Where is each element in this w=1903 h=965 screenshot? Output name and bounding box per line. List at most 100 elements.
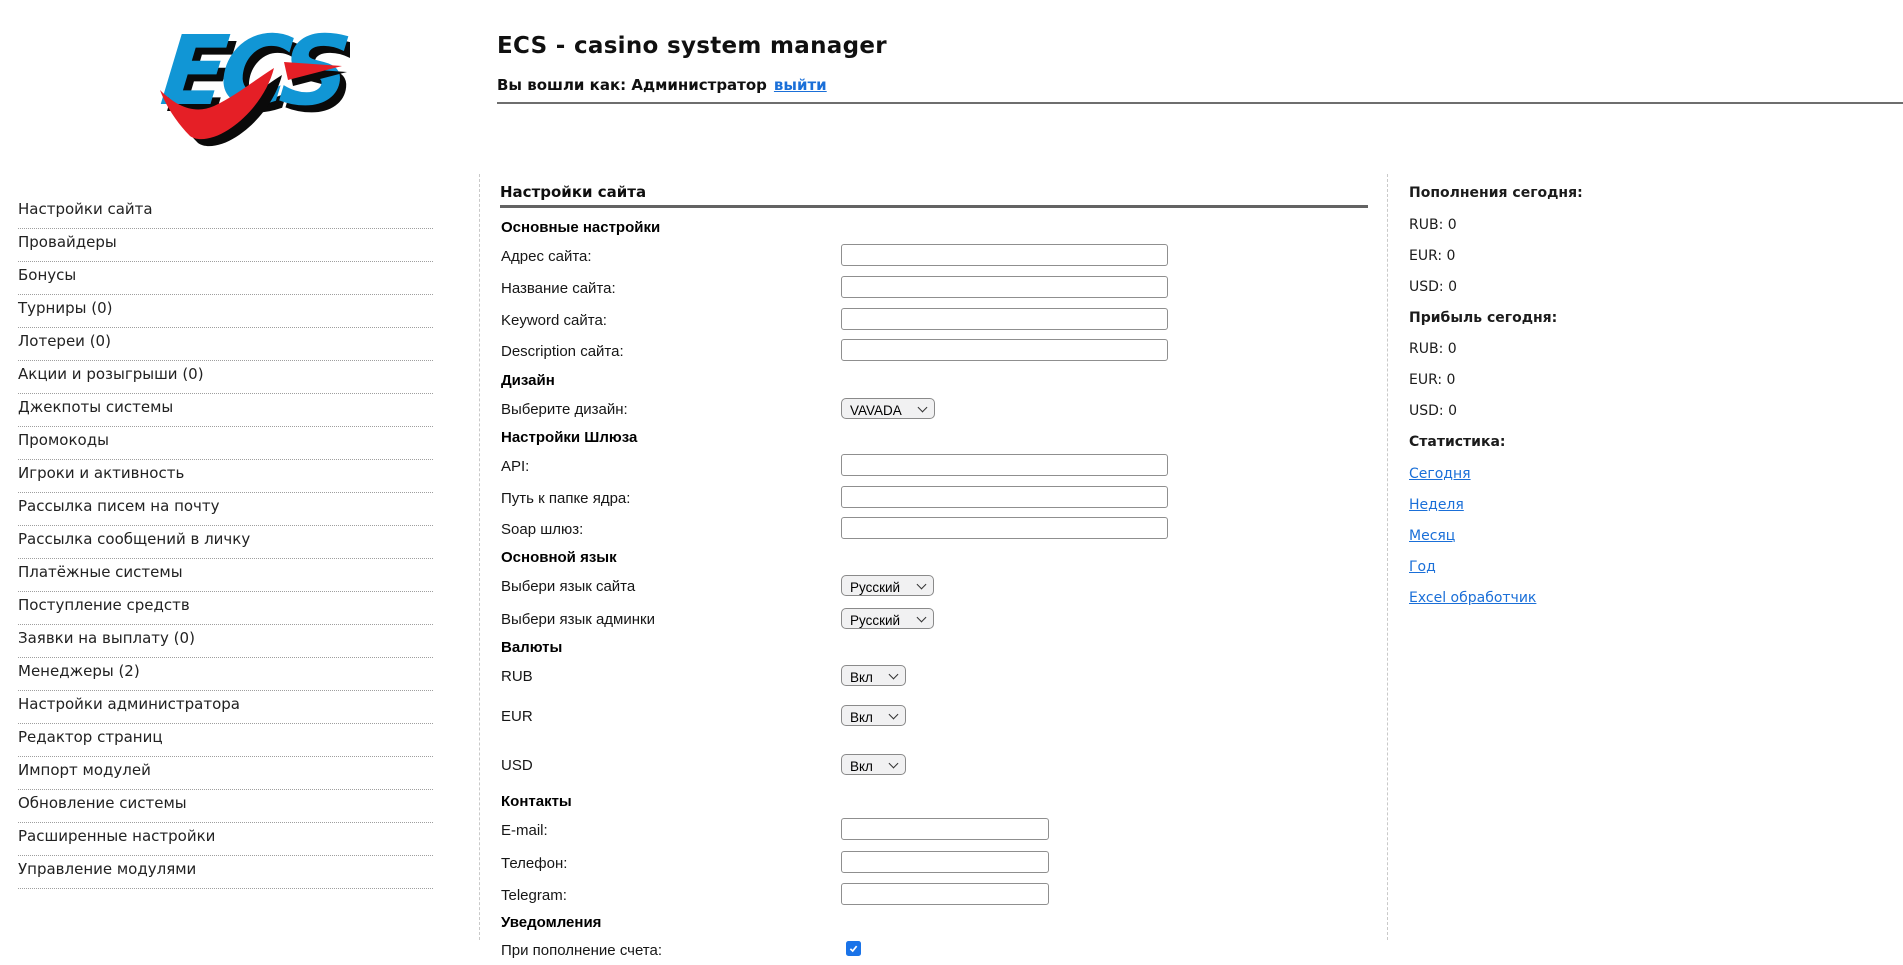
- chevron-down-icon: [888, 758, 899, 769]
- chevron-down-icon: [916, 579, 927, 590]
- sidebar-item-payment-systems[interactable]: Платёжные системы: [18, 559, 433, 592]
- form-row: При пополнение счета:: [501, 941, 1221, 965]
- sidebar-item-module-management[interactable]: Управление модулями: [18, 856, 433, 889]
- sidebar-item-admin-settings[interactable]: Настройки администратора: [18, 691, 433, 724]
- api-input[interactable]: [841, 454, 1168, 476]
- section-header-design: Дизайн: [501, 372, 555, 389]
- deposits-rub-value: RUB: 0: [1409, 217, 1457, 233]
- sidebar-item-managers[interactable]: Менеджеры (2): [18, 658, 433, 691]
- sidebar-item-system-update[interactable]: Обновление системы: [18, 790, 433, 823]
- logout-link[interactable]: выйти: [774, 76, 827, 94]
- site-name-input[interactable]: [841, 276, 1168, 298]
- form-row: Keyword сайта:: [501, 308, 1221, 335]
- logged-in-status: Вы вошли как: Администратор выйти: [497, 76, 827, 94]
- sidebar-item-payout-requests[interactable]: Заявки на выплату (0): [18, 625, 433, 658]
- form-section-row: Контакты: [501, 792, 1221, 816]
- main-title-divider: [500, 205, 1368, 208]
- section-header-main-language: Основной язык: [501, 549, 617, 566]
- sidebar-item-promocodes[interactable]: Промокоды: [18, 427, 433, 460]
- deposits-eur-value: EUR: 0: [1409, 248, 1456, 264]
- chevron-down-icon: [888, 669, 899, 680]
- form-row: API:: [501, 454, 1221, 481]
- sidebar-item-tournaments[interactable]: Турниры (0): [18, 295, 433, 328]
- check-icon: [849, 945, 858, 953]
- sidebar-item-jackpots[interactable]: Джекпоты системы: [18, 394, 433, 427]
- sidebar-item-incoming-funds[interactable]: Поступление средств: [18, 592, 433, 625]
- chevron-down-icon: [888, 709, 899, 720]
- form-row: Description сайта:: [501, 339, 1221, 366]
- form-section-row: Валюты: [501, 638, 1221, 662]
- site-description-input[interactable]: [841, 339, 1168, 361]
- usd-currency-select[interactable]: Вкл: [841, 754, 906, 775]
- vertical-separator-left: [479, 174, 480, 940]
- sidebar-item-module-import[interactable]: Импорт модулей: [18, 757, 433, 790]
- form-row: Телефон:: [501, 851, 1221, 878]
- site-language-select-value: Русский: [850, 580, 901, 595]
- form-row: Telegram:: [501, 883, 1221, 910]
- stats-link-week[interactable]: Неделя: [1409, 497, 1464, 513]
- site-description-label: Description сайта:: [501, 343, 624, 360]
- section-header-main-settings: Основные настройки: [501, 219, 661, 236]
- rub-currency-select[interactable]: Вкл: [841, 665, 906, 686]
- section-header-currencies: Валюты: [501, 639, 563, 656]
- sidebar-item-email-mailing[interactable]: Рассылка писем на почту: [18, 493, 433, 526]
- admin-language-select[interactable]: Русский: [841, 608, 934, 629]
- rub-currency-select-value: Вкл: [850, 670, 873, 685]
- design-select[interactable]: VAVADA: [841, 398, 935, 419]
- sidebar-item-pm-mailing[interactable]: Рассылка сообщений в личку: [18, 526, 433, 559]
- form-row: Soap шлюз:: [501, 517, 1221, 544]
- form-row: Адрес сайта:: [501, 244, 1221, 271]
- chevron-down-icon: [917, 402, 928, 413]
- site-name-label: Название сайта:: [501, 280, 616, 297]
- phone-input[interactable]: [841, 851, 1049, 873]
- sidebar-item-promotions[interactable]: Акции и розыгрыши (0): [18, 361, 433, 394]
- main-section-title: Настройки сайта: [500, 183, 647, 201]
- stats-link-year[interactable]: Год: [1409, 559, 1436, 575]
- deposit-notification-checkbox[interactable]: [846, 941, 861, 956]
- form-section-row: Основной язык: [501, 548, 1221, 572]
- sidebar-item-providers[interactable]: Провайдеры: [18, 229, 433, 262]
- site-keyword-input[interactable]: [841, 308, 1168, 330]
- sidebar-item-bonuses[interactable]: Бонусы: [18, 262, 433, 295]
- sidebar-item-advanced-settings[interactable]: Расширенные настройки: [18, 823, 433, 856]
- site-address-input[interactable]: [841, 244, 1168, 266]
- eur-currency-select[interactable]: Вкл: [841, 705, 906, 726]
- profit-today-title: Прибыль сегодня:: [1409, 310, 1558, 326]
- email-input[interactable]: [841, 818, 1049, 840]
- ecs-logo: ECS ECS: [156, 16, 350, 147]
- email-label: E-mail:: [501, 822, 548, 839]
- core-folder-path-input[interactable]: [841, 486, 1168, 508]
- form-row: Выбери язык админки Русский: [501, 608, 1221, 634]
- sidebar-item-players-activity[interactable]: Игроки и активность: [18, 460, 433, 493]
- vertical-separator-right: [1387, 174, 1388, 940]
- form-row: E-mail:: [501, 818, 1221, 845]
- sidebar-item-page-editor[interactable]: Редактор страниц: [18, 724, 433, 757]
- eur-currency-select-value: Вкл: [850, 710, 873, 725]
- form-row: EUR Вкл: [501, 705, 1221, 731]
- profit-usd-value: USD: 0: [1409, 403, 1457, 419]
- sidebar-item-lotteries[interactable]: Лотереи (0): [18, 328, 433, 361]
- site-keyword-label: Keyword сайта:: [501, 312, 607, 329]
- stats-link-month[interactable]: Месяц: [1409, 528, 1455, 544]
- section-header-gateway: Настройки Шлюза: [501, 429, 638, 446]
- deposits-usd-value: USD: 0: [1409, 279, 1457, 295]
- profit-rub-value: RUB: 0: [1409, 341, 1457, 357]
- form-row: Путь к папке ядра:: [501, 486, 1221, 513]
- sidebar-item-site-settings[interactable]: Настройки сайта: [18, 196, 433, 229]
- core-folder-path-label: Путь к папке ядра:: [501, 490, 631, 507]
- usd-currency-label: USD: [501, 757, 533, 774]
- form-row: Название сайта:: [501, 276, 1221, 303]
- soap-gateway-input[interactable]: [841, 517, 1168, 539]
- profit-eur-value: EUR: 0: [1409, 372, 1456, 388]
- form-row: USD Вкл: [501, 754, 1221, 780]
- header-divider: [497, 102, 1903, 104]
- section-header-contacts: Контакты: [501, 793, 572, 810]
- stats-link-today[interactable]: Сегодня: [1409, 466, 1471, 482]
- telegram-input[interactable]: [841, 883, 1049, 905]
- admin-language-label: Выбери язык админки: [501, 611, 655, 628]
- stats-link-excel[interactable]: Excel обработчик: [1409, 590, 1536, 606]
- admin-language-select-value: Русский: [850, 613, 901, 628]
- statistics-title: Статистика:: [1409, 434, 1506, 450]
- site-language-select[interactable]: Русский: [841, 575, 934, 596]
- page-title: ECS - casino system manager: [497, 33, 887, 59]
